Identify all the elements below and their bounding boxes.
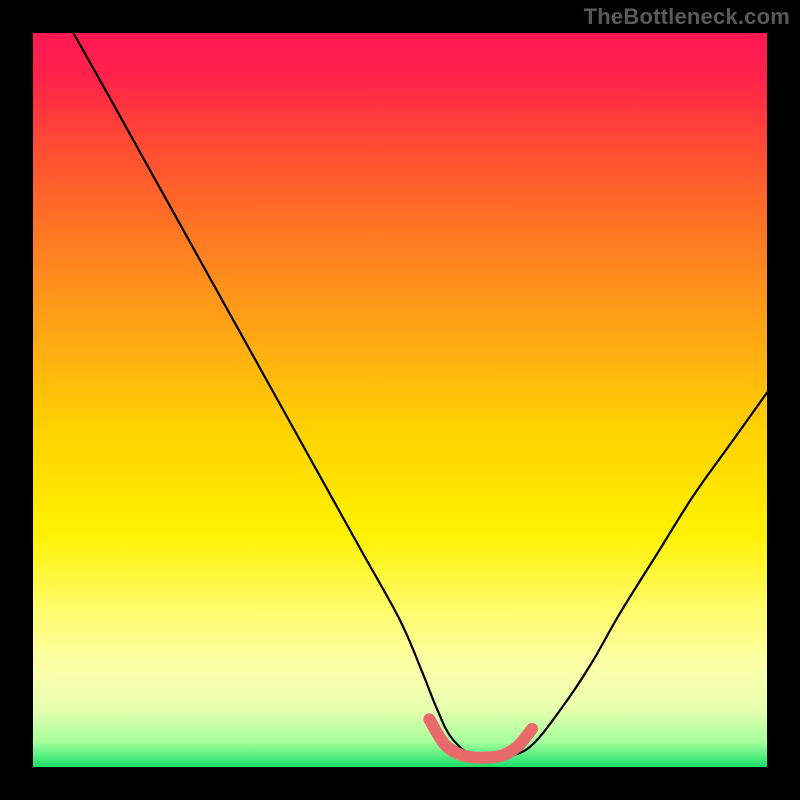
gradient-background: [33, 33, 767, 767]
plot-svg: [33, 33, 767, 767]
plot-area: [33, 33, 767, 767]
watermark-text: TheBottleneck.com: [584, 4, 790, 30]
chart-frame: TheBottleneck.com: [0, 0, 800, 800]
